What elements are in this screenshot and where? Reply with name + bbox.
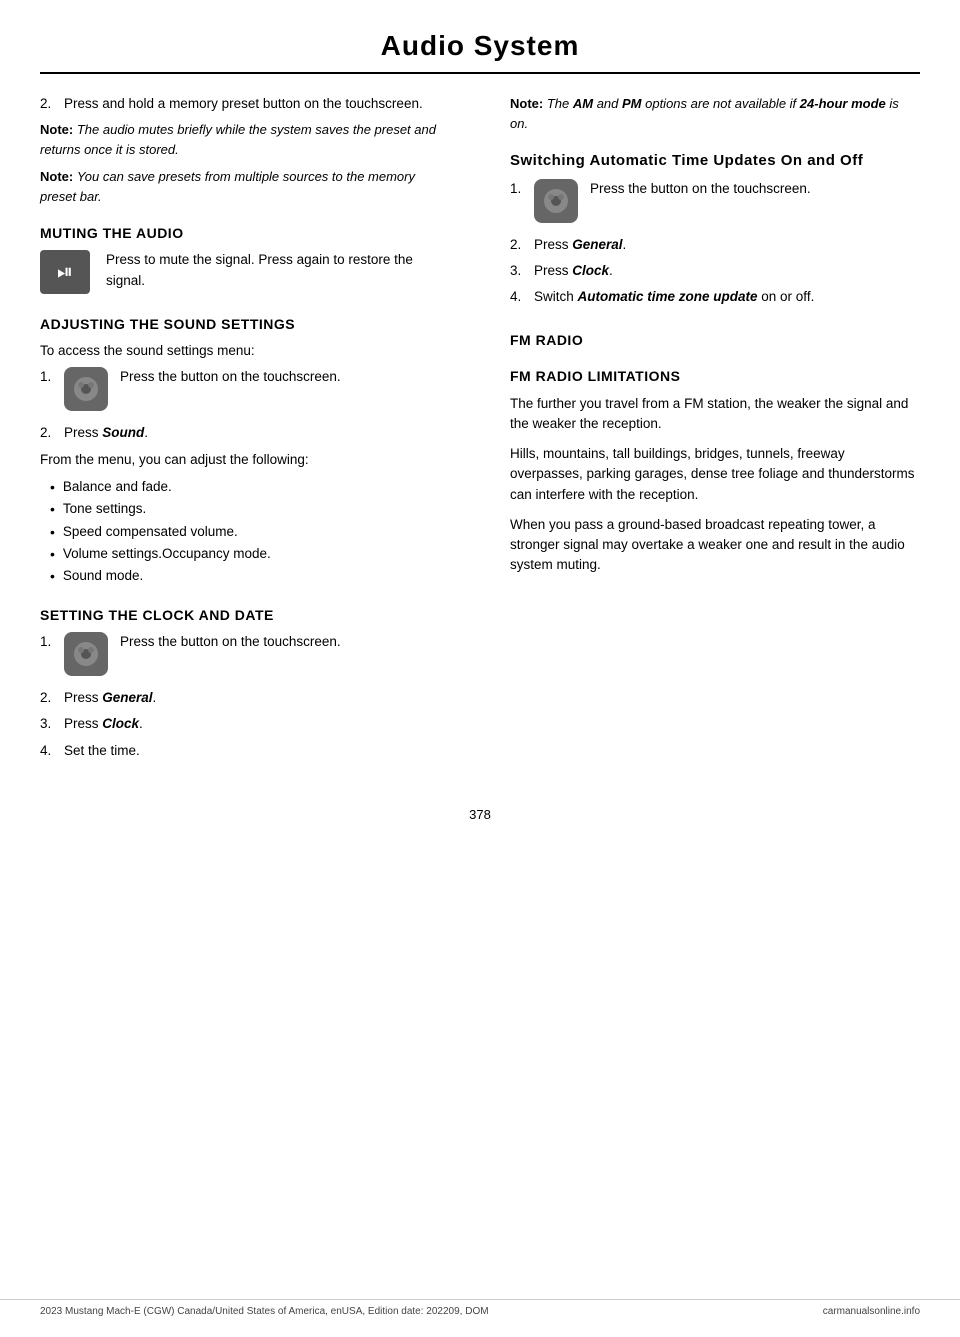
switch-steps: 1. Press the button on xyxy=(510,179,920,308)
settings-icon xyxy=(64,367,108,411)
sound-intro: To access the sound settings menu: xyxy=(40,341,450,361)
sound-steps: 1. Press the button on xyxy=(40,367,450,443)
switch-step-3: 3. Press Clock. xyxy=(510,261,920,281)
list-item: 2. Press and hold a memory preset button… xyxy=(40,94,450,114)
footer-right: carmanualsonline.info xyxy=(823,1306,920,1317)
muting-heading: MUTING THE AUDIO xyxy=(40,224,450,242)
clock-step-3: 3. Press Clock. xyxy=(40,714,450,734)
fm-radio-heading: FM RADIO xyxy=(510,331,920,349)
page: Audio System 2. Press and hold a memory … xyxy=(0,0,960,1337)
gear-svg xyxy=(71,374,101,404)
page-header: Audio System xyxy=(40,0,920,74)
note1: Note: The audio mutes briefly while the … xyxy=(40,120,450,159)
footer: 2023 Mustang Mach-E (CGW) Canada/United … xyxy=(0,1299,960,1317)
switch-step-2: 2. Press General. xyxy=(510,235,920,255)
right-note: Note: The AM and PM options are not avai… xyxy=(510,94,920,133)
muting-desc: Press to mute the signal. Press again to… xyxy=(106,250,450,291)
clock-gear-svg xyxy=(71,639,101,669)
switching-heading: Switching Automatic Time Updates On and … xyxy=(510,151,920,171)
sound-step-1: 1. Press the button on xyxy=(40,367,450,417)
clock-step-1: 1. Press the button on xyxy=(40,632,450,682)
sound-bullets: Balance and fade. Tone settings. Speed c… xyxy=(40,476,450,588)
switch-step-1: 1. Press the button on xyxy=(510,179,920,229)
page-title: Audio System xyxy=(381,30,580,61)
clock-settings-icon xyxy=(64,632,108,676)
bullet-volume: Volume settings.Occupancy mode. xyxy=(50,543,450,565)
sound-from: From the menu, you can adjust the follow… xyxy=(40,450,450,470)
page-number: 378 xyxy=(0,807,960,852)
bullet-sound: Sound mode. xyxy=(50,565,450,587)
right-column: Note: The AM and PM options are not avai… xyxy=(495,94,920,767)
content-area: 2. Press and hold a memory preset button… xyxy=(0,74,960,787)
mute-icon: ⏯ xyxy=(40,250,90,294)
switch-step-4: 4. Switch Automatic time zone update on … xyxy=(510,287,920,307)
fm-limitations-heading: FM RADIO LIMITATIONS xyxy=(510,367,920,385)
clock-heading: SETTING THE CLOCK AND DATE xyxy=(40,606,450,624)
clock-step-2: 2. Press General. xyxy=(40,688,450,708)
sound-step-1-content: Press the button on the touchscreen. xyxy=(64,367,341,417)
sound-step-2: 2. Press Sound. xyxy=(40,423,450,443)
footer-left: 2023 Mustang Mach-E (CGW) Canada/United … xyxy=(40,1306,489,1317)
fm-para2: Hills, mountains, tall buildings, bridge… xyxy=(510,444,920,505)
left-column: 2. Press and hold a memory preset button… xyxy=(40,94,465,767)
clock-step-4: 4. Set the time. xyxy=(40,741,450,761)
fm-para1: The further you travel from a FM station… xyxy=(510,394,920,435)
muting-section: ⏯ Press to mute the signal. Press again … xyxy=(40,250,450,297)
preset-steps: 2. Press and hold a memory preset button… xyxy=(40,94,450,114)
clock-steps: 1. Press the button on xyxy=(40,632,450,761)
fm-para3: When you pass a ground-based broadcast r… xyxy=(510,515,920,576)
sound-heading: ADJUSTING THE SOUND SETTINGS xyxy=(40,315,450,333)
switch-settings-icon xyxy=(534,179,578,223)
bullet-tone: Tone settings. xyxy=(50,498,450,520)
bullet-speed: Speed compensated volume. xyxy=(50,521,450,543)
note2: Note: You can save presets from multiple… xyxy=(40,167,450,206)
switch-gear-svg xyxy=(541,186,571,216)
bullet-balance: Balance and fade. xyxy=(50,476,450,498)
